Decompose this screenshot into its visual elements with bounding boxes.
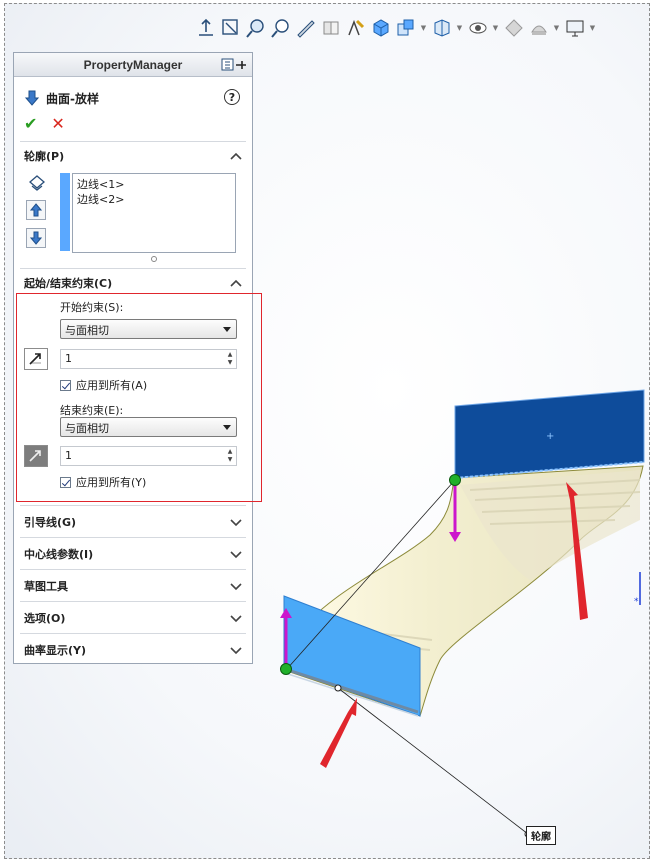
zoom-to-area-icon[interactable] xyxy=(220,17,242,39)
monitor-icon[interactable] xyxy=(564,17,586,39)
profiles-list[interactable]: 边线<1> 边线<2> xyxy=(72,173,236,253)
chevron-down-icon[interactable] xyxy=(230,517,242,527)
help-icon[interactable]: ? xyxy=(224,89,240,105)
move-up-button[interactable] xyxy=(26,200,46,220)
surface-loft-icon xyxy=(24,90,40,106)
chevron-down-icon[interactable] xyxy=(230,613,242,623)
apply-scene-icon[interactable] xyxy=(528,17,550,39)
curvature-display-label: 曲率显示(Y) xyxy=(24,643,87,657)
guide-curves-label: 引导线(G) xyxy=(24,515,77,529)
feature-title-row: 曲面-放样 xyxy=(14,85,252,111)
view-orientation-icon[interactable] xyxy=(195,17,217,39)
property-manager-header: PropertyManager xyxy=(14,53,252,77)
feature-title: 曲面-放样 xyxy=(46,91,99,106)
sketch-tools-label: 草图工具 xyxy=(24,579,68,593)
ok-cancel-row: ✔ ✕ xyxy=(14,111,252,135)
profiles-section-label: 轮廓(P) xyxy=(24,150,65,163)
display-style-icon[interactable] xyxy=(370,17,392,39)
chevron-down-icon[interactable] xyxy=(230,645,242,655)
scene-icon[interactable] xyxy=(503,17,525,39)
highlight-box xyxy=(16,293,262,502)
section-view-icon[interactable] xyxy=(295,17,317,39)
list-item[interactable]: 边线<1> xyxy=(77,177,231,192)
profile-icon xyxy=(29,175,45,191)
view-settings-dropdown-icon[interactable]: ▼ xyxy=(456,17,463,39)
curvature-display-section[interactable]: 曲率显示(Y) xyxy=(20,633,246,665)
centerline-section[interactable]: 中心线参数(I) xyxy=(20,537,246,569)
view-settings-icon[interactable] xyxy=(431,17,453,39)
dynamic-annotation-icon[interactable] xyxy=(320,17,342,39)
profile-callout[interactable]: 轮廓 xyxy=(526,826,556,845)
guide-curves-section[interactable]: 引导线(G) xyxy=(20,505,246,537)
chevron-down-icon[interactable] xyxy=(230,581,242,591)
hide-show-dropdown-icon[interactable]: ▼ xyxy=(420,17,427,39)
profiles-selection-indicator xyxy=(60,173,70,251)
zoom-previous-icon[interactable] xyxy=(270,17,292,39)
hide-show-icon[interactable] xyxy=(395,17,417,39)
chevron-down-icon[interactable] xyxy=(230,549,242,559)
zoom-icon[interactable] xyxy=(245,17,267,39)
options-label: 选项(O) xyxy=(24,611,66,625)
chevron-up-icon[interactable] xyxy=(230,278,242,288)
sketch-tools-section[interactable]: 草图工具 xyxy=(20,569,246,601)
ok-button[interactable]: ✔ xyxy=(24,114,37,133)
property-manager-title: PropertyManager xyxy=(83,57,183,72)
constraints-section-label: 起始/结束约束(C) xyxy=(24,277,113,290)
eye-icon[interactable] xyxy=(467,17,489,39)
profiles-section-header[interactable]: 轮廓(P) xyxy=(14,142,252,170)
options-section[interactable]: 选项(O) xyxy=(20,601,246,633)
centerline-label: 中心线参数(I) xyxy=(24,547,94,561)
cancel-button[interactable]: ✕ xyxy=(51,114,64,133)
monitor-dropdown-icon[interactable]: ▼ xyxy=(589,17,596,39)
pin-icon[interactable] xyxy=(220,57,248,73)
move-down-button[interactable] xyxy=(26,228,46,248)
resize-handle[interactable] xyxy=(151,256,157,262)
list-item[interactable]: 边线<2> xyxy=(77,192,231,207)
heads-up-view-toolbar: ▼ ▼ ▼ ▼ ▼ xyxy=(195,14,635,42)
appearance-edit-icon[interactable] xyxy=(345,17,367,39)
arrow-up-icon xyxy=(30,203,42,217)
eye-dropdown-icon[interactable]: ▼ xyxy=(492,17,499,39)
profiles-area: 边线<1> 边线<2> xyxy=(14,170,252,268)
chevron-up-icon[interactable] xyxy=(230,151,242,161)
arrow-down-icon xyxy=(30,231,42,245)
apply-scene-dropdown-icon[interactable]: ▼ xyxy=(553,17,560,39)
